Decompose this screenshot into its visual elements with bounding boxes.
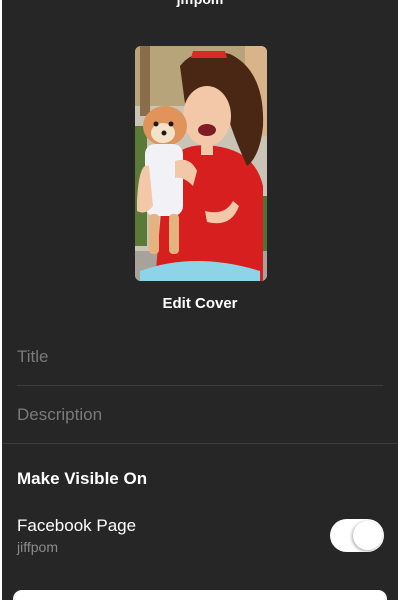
account-name: jiffpom (2, 0, 398, 7)
facebook-page-toggle[interactable] (330, 519, 384, 552)
cover-image[interactable] (135, 46, 267, 281)
edit-cover-button[interactable]: Edit Cover (2, 295, 398, 312)
toggle-knob (353, 521, 382, 550)
igtv-upload-sheet: jiffpom (2, 0, 398, 600)
title-input[interactable]: Title (17, 347, 383, 367)
divider (17, 385, 383, 386)
make-visible-on-heading: Make Visible On (17, 469, 148, 488)
facebook-page-label: Facebook Page (17, 516, 137, 535)
description-input[interactable]: Description (17, 405, 383, 425)
cover-photo-illustration (135, 46, 267, 281)
divider (2, 443, 398, 444)
facebook-page-row: Facebook Page jiffpom (17, 516, 384, 560)
facebook-page-name: jiffpom (17, 539, 58, 555)
bottom-action-button[interactable] (13, 590, 387, 600)
